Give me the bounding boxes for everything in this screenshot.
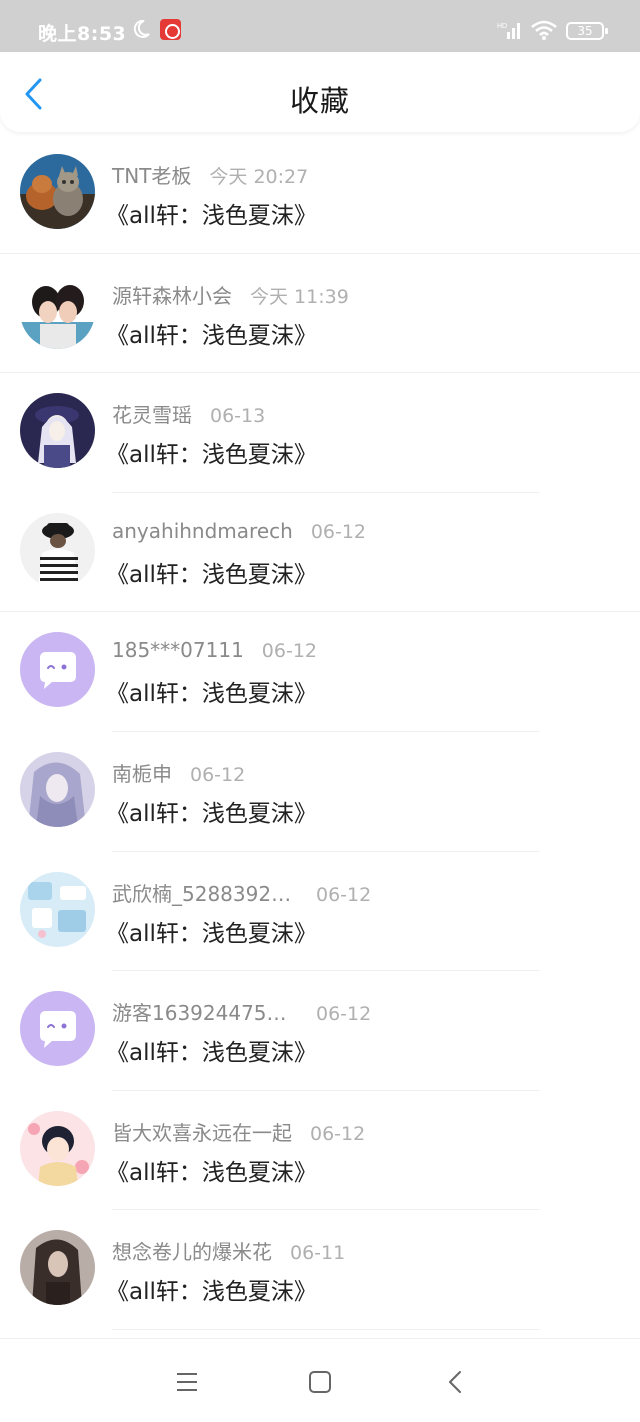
home-square-icon [309,1371,331,1393]
hd-signal-icon: HD [497,20,523,44]
app-notification-icon [160,19,181,40]
user-name[interactable]: 源轩森林小会 [112,280,232,309]
avatar[interactable] [20,632,95,708]
list-item[interactable]: anyahihndmarech 06-12 《all轩：浅色夏沫》 [0,493,640,613]
item-content[interactable]: 《all轩：浅色夏沫》 [106,316,317,350]
avatar[interactable] [20,1110,95,1186]
avatar[interactable] [20,273,95,349]
item-meta: 皆大欢喜永远在一起 06-12 [112,1117,365,1146]
status-bar: 晚上8:53 HD 35 [0,0,640,52]
user-name[interactable]: anyahihndmarech [112,519,293,543]
item-meta: anyahihndmarech 06-12 [112,519,366,543]
item-time: 06-11 [290,1242,346,1265]
item-time: 06-12 [310,1122,366,1145]
item-meta: 花灵雪瑶 06-13 [112,399,265,428]
system-back-button[interactable] [440,1367,470,1397]
battery-level: 35 [577,24,593,38]
avatar[interactable] [20,393,95,469]
item-meta: 游客1639244758… 06-12 [112,997,371,1026]
item-meta: 185***07111 06-12 [112,638,317,662]
avatar[interactable] [20,154,95,229]
list-item[interactable]: 游客1639244758… 06-12 《all轩：浅色夏沫》 [0,971,640,1091]
list-item[interactable]: 皆大欢喜永远在一起 06-12 《all轩：浅色夏沫》 [0,1091,640,1211]
item-time: 06-12 [190,763,246,786]
battery-icon: 35 [566,22,608,40]
user-name[interactable]: 185***07111 [112,638,244,662]
system-nav-bar [0,1338,640,1422]
item-time: 06-12 [316,1003,372,1026]
item-meta: TNT老板 今天 20:27 [112,160,308,189]
list-item[interactable]: TNT老板 今天 20:27 《all轩：浅色夏沫》 [0,134,640,254]
home-button[interactable] [305,1367,335,1397]
menu-button[interactable] [172,1367,202,1397]
list-item[interactable]: 源轩森林小会 今天 11:39 《all轩：浅色夏沫》 [0,254,640,374]
item-content[interactable]: 《all轩：浅色夏沫》 [106,1272,317,1306]
item-content[interactable]: 《all轩：浅色夏沫》 [106,435,317,469]
back-triangle-icon [449,1371,461,1393]
default-avatar-icon [20,991,95,1067]
item-time: 今天 20:27 [209,166,309,188]
item-meta: 想念卷儿的爆米花 06-11 [112,1236,345,1265]
item-time: 06-12 [261,640,318,663]
item-time: 06-12 [316,883,372,906]
default-avatar-icon [20,632,95,708]
menu-icon [177,1373,197,1391]
avatar[interactable] [20,871,95,947]
item-meta: 源轩森林小会 今天 11:39 [112,280,349,309]
list-item[interactable]: 想念卷儿的爆米花 06-11 《all轩：浅色夏沫》 [0,1210,640,1330]
item-content[interactable]: 《all轩：浅色夏沫》 [106,1153,317,1187]
favorites-list: TNT老板 今天 20:27 《all轩：浅色夏沫》 源轩森林小会 今天 11:… [0,134,640,1330]
status-time: 晚上8:53 [38,23,127,45]
user-name[interactable]: 武欣楠_5288392… [112,878,298,907]
avatar[interactable] [20,991,95,1067]
item-content[interactable]: 《all轩：浅色夏沫》 [106,914,317,948]
item-content[interactable]: 《all轩：浅色夏沫》 [106,794,317,828]
user-name[interactable]: TNT老板 [112,160,191,189]
item-meta: 武欣楠_5288392… 06-12 [112,878,371,907]
moon-icon [130,18,152,44]
wifi-icon [530,19,558,45]
user-name[interactable]: 皆大欢喜永远在一起 [112,1117,292,1146]
user-name[interactable]: 游客1639244758… [112,997,298,1026]
item-content[interactable]: 《all轩：浅色夏沫》 [106,555,317,589]
item-time: 今天 11:39 [250,285,349,308]
nav-bar: 收藏 [0,52,640,132]
list-item[interactable]: 南栀申 06-12 《all轩：浅色夏沫》 [0,732,640,852]
avatar[interactable] [20,751,95,827]
avatar[interactable] [20,1230,95,1306]
avatar[interactable] [20,512,95,588]
item-time: 06-13 [210,405,266,428]
item-content[interactable]: 《all轩：浅色夏沫》 [106,196,317,230]
list-item[interactable]: 花灵雪瑶 06-13 《all轩：浅色夏沫》 [0,373,640,493]
item-meta: 南栀申 06-12 [112,758,245,787]
user-name[interactable]: 花灵雪瑶 [112,399,192,428]
svg-text:HD: HD [497,23,507,30]
item-content[interactable]: 《all轩：浅色夏沫》 [106,1033,317,1067]
user-name[interactable]: 想念卷儿的爆米花 [112,1236,272,1265]
item-content[interactable]: 《all轩：浅色夏沫》 [106,674,317,708]
page-title: 收藏 [289,84,350,118]
user-name[interactable]: 南栀申 [112,758,172,787]
list-item[interactable]: 185***07111 06-12 《all轩：浅色夏沫》 [0,612,640,732]
list-item[interactable]: 武欣楠_5288392… 06-12 《all轩：浅色夏沫》 [0,852,640,972]
item-time: 06-12 [310,520,367,543]
